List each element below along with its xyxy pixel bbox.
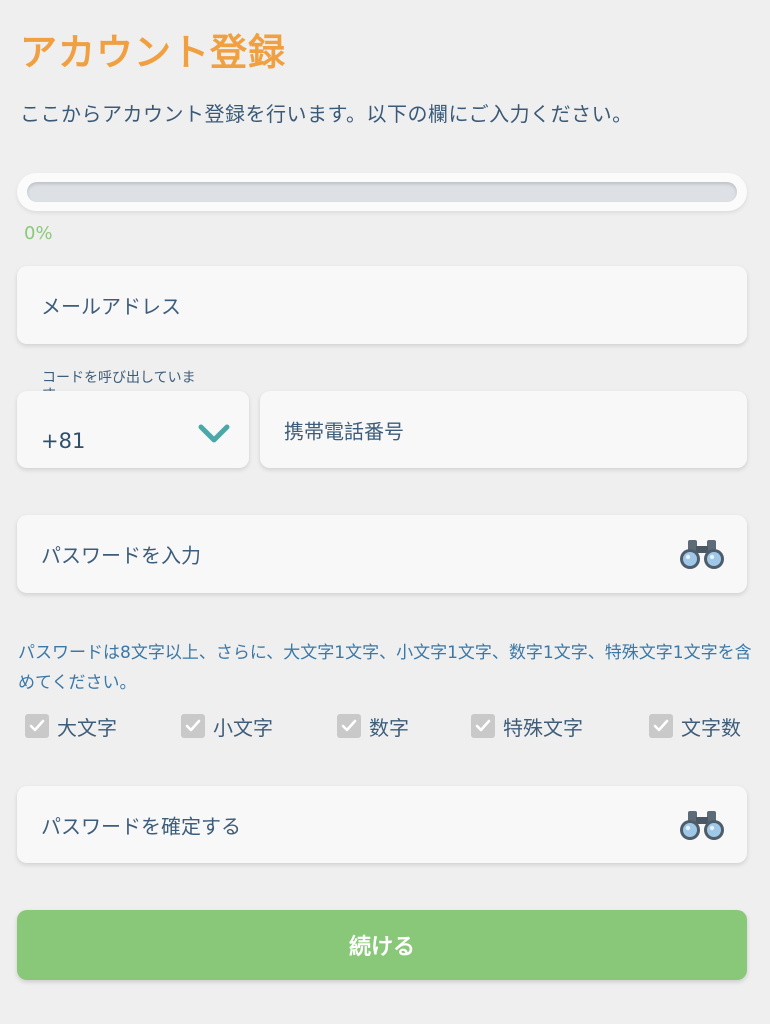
check-icon [475, 719, 491, 732]
requirement-lowercase: 小文字 [181, 711, 273, 741]
page-subtitle: ここからアカウント登録を行います。以下の欄にご入力ください。 [20, 102, 633, 126]
checkbox [649, 714, 673, 738]
check-icon [653, 719, 669, 732]
checkbox [337, 714, 361, 738]
binoculars-icon[interactable] [679, 537, 725, 571]
phone-placeholder: 携帯電話番号 [284, 419, 404, 443]
check-icon [341, 719, 357, 732]
confirm-password-placeholder: パスワードを確定する [41, 814, 241, 838]
requirement-label: 文字数 [681, 715, 741, 740]
requirement-length: 文字数 [649, 711, 741, 741]
page-title: アカウント登録 [20, 31, 286, 74]
password-placeholder: パスワードを入力 [41, 543, 201, 568]
binoculars-icon[interactable] [679, 808, 725, 842]
requirement-label: 数字 [369, 715, 409, 740]
email-placeholder: メールアドレス [41, 294, 181, 319]
country-code-select[interactable]: +81 [17, 391, 249, 468]
phone-field[interactable]: 携帯電話番号 [260, 391, 747, 468]
requirement-label: 特殊文字 [503, 715, 583, 740]
chevron-down-icon[interactable] [197, 423, 231, 445]
password-hint: パスワードは8文字以上、さらに、大文字1文字、小文字1文字、数字1文字、特殊文字… [18, 643, 752, 693]
requirement-special: 特殊文字 [471, 711, 583, 741]
confirm-password-field[interactable]: パスワードを確定する [17, 786, 747, 863]
progress-bar [17, 173, 747, 211]
requirement-uppercase: 大文字 [25, 711, 117, 741]
requirement-number: 数字 [337, 711, 409, 741]
password-field[interactable]: パスワードを入力 [17, 515, 747, 593]
progress-label: 0% [24, 223, 53, 244]
checkbox [181, 714, 205, 738]
check-icon [185, 719, 201, 732]
password-requirements: 大文字 小文字 数字 特殊文字 文字数 [0, 711, 770, 741]
continue-button[interactable]: 続ける [17, 910, 747, 980]
requirement-label: 小文字 [213, 715, 273, 740]
check-icon [29, 719, 45, 732]
checkbox [25, 714, 49, 738]
country-code-value: +81 [41, 429, 86, 453]
email-field[interactable]: メールアドレス [17, 266, 747, 344]
requirement-label: 大文字 [57, 715, 117, 740]
checkbox [471, 714, 495, 738]
